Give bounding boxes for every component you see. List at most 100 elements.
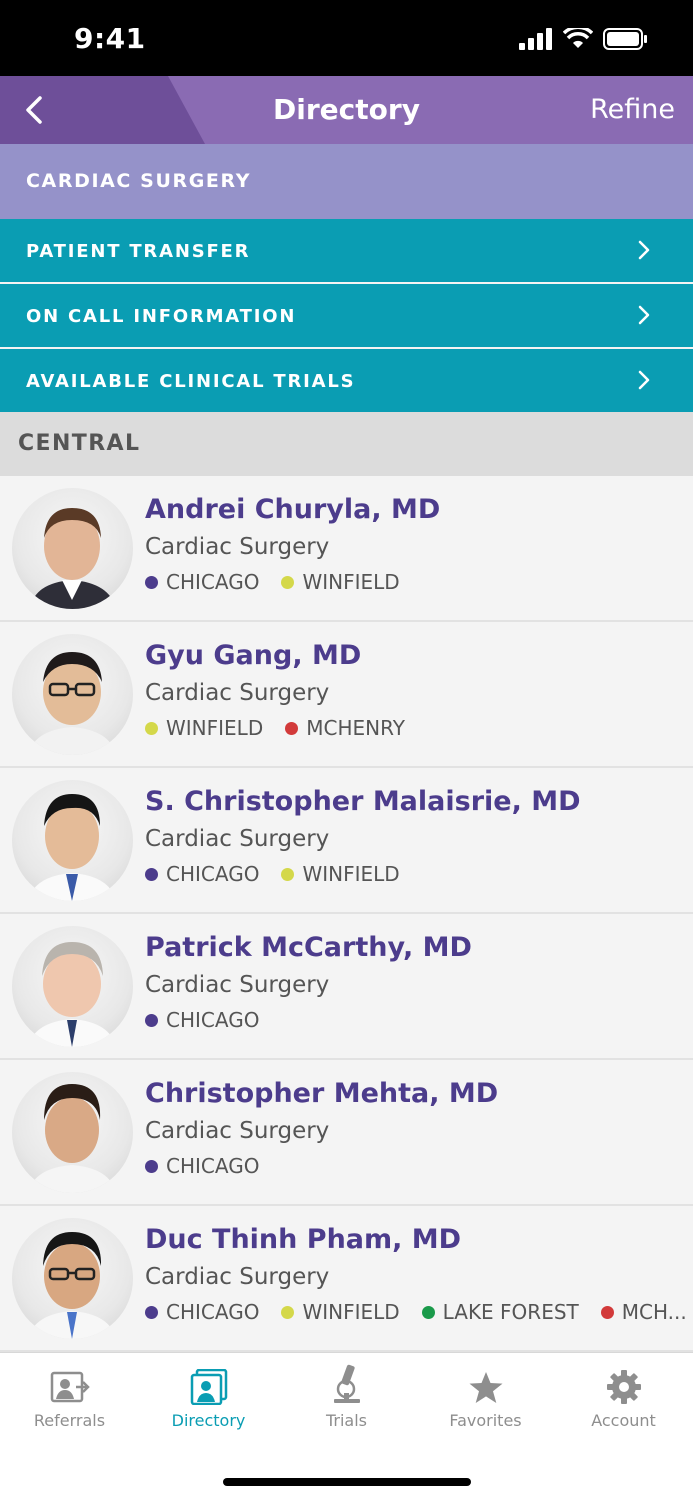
location-dot <box>145 867 158 881</box>
gear-icon <box>606 1370 641 1404</box>
tab-label: Favorites <box>449 1411 522 1430</box>
location-tag: WINFIELD <box>145 716 263 740</box>
location-tag: WINFIELD <box>281 570 400 594</box>
doctor-specialty: Cardiac Surgery <box>145 1118 330 1144</box>
doctor-photo <box>30 508 116 609</box>
star-icon <box>469 1372 502 1403</box>
location-tag: CHICAGO <box>145 570 259 594</box>
location-label: MCH... <box>621 1300 685 1324</box>
location-label: CHICAGO <box>166 1300 260 1324</box>
location-list: WINFIELD MCHENRY <box>145 716 685 740</box>
location-label: CHICAGO <box>166 862 260 886</box>
doctor-specialty: Cardiac Surgery <box>145 534 330 560</box>
doctor-name: S. Christopher Malaisrie, MD <box>145 786 581 817</box>
location-tag: CHICAGO <box>145 1008 259 1032</box>
location-tag: WINFIELD <box>281 1300 400 1324</box>
doctor-row[interactable]: Christopher Mehta, MD Cardiac Surgery CH… <box>0 1060 693 1206</box>
specialty-label: CARDIAC SURGERY <box>26 170 252 192</box>
doctor-name: Duc Thinh Pham, MD <box>145 1224 462 1255</box>
avatar <box>12 926 133 1047</box>
avatar <box>12 488 133 609</box>
location-dot <box>145 1159 158 1173</box>
tab-referrals[interactable]: Referrals <box>0 1363 139 1443</box>
doctor-row[interactable]: Duc Thinh Pham, MD Cardiac Surgery CHICA… <box>0 1206 693 1352</box>
tab-label: Trials <box>325 1411 368 1430</box>
nav-bar: Directory Refine <box>0 76 693 144</box>
location-label: WINFIELD <box>166 716 264 740</box>
home-indicator <box>223 1478 471 1486</box>
signal-icon <box>519 28 552 50</box>
avatar <box>12 1218 133 1339</box>
location-dot <box>145 1305 158 1319</box>
location-label: WINFIELD <box>302 1300 400 1324</box>
row-label: AVAILABLE CLINICAL TRIALS <box>26 371 356 392</box>
location-tag: CHICAGO <box>145 1300 259 1324</box>
location-dot <box>600 1305 614 1319</box>
section-header: CENTRAL <box>0 412 693 476</box>
status-time: 9:41 <box>74 22 146 55</box>
row-label: ON CALL INFORMATION <box>26 306 297 327</box>
doctor-photo <box>28 1084 116 1193</box>
location-dot <box>281 867 295 881</box>
battery-icon <box>603 28 647 50</box>
chevron-right-icon <box>638 370 650 390</box>
location-list: CHICAGO <box>145 1154 685 1178</box>
location-label: CHICAGO <box>166 570 260 594</box>
location-dot <box>285 721 299 735</box>
tab-label: Directory <box>171 1411 246 1430</box>
doctor-row[interactable]: Andrei Churyla, MD Cardiac Surgery CHICA… <box>0 476 693 622</box>
doctor-specialty: Cardiac Surgery <box>145 972 330 998</box>
location-dot <box>421 1305 435 1319</box>
tab-directory[interactable]: Directory <box>139 1363 278 1443</box>
doctor-name: Christopher Mehta, MD <box>145 1078 499 1109</box>
location-list: CHICAGO WINFIELD <box>145 862 685 886</box>
doctor-specialty: Cardiac Surgery <box>145 1264 330 1290</box>
location-tag: LAKE FOREST <box>421 1300 579 1324</box>
directory-icon <box>190 1369 227 1405</box>
location-list: CHICAGO WINFIELD LAKE FOREST MCH... <box>145 1300 685 1324</box>
doctor-row[interactable]: Gyu Gang, MD Cardiac Surgery WINFIELD MC… <box>0 622 693 768</box>
doctor-list[interactable]: Andrei Churyla, MD Cardiac Surgery CHICA… <box>0 476 693 1352</box>
location-label: LAKE FOREST <box>442 1300 579 1324</box>
location-tag: CHICAGO <box>145 1154 259 1178</box>
location-label: WINFIELD <box>302 862 400 886</box>
avatar <box>12 1072 133 1193</box>
on-call-information-row[interactable]: ON CALL INFORMATION <box>0 284 693 347</box>
doctor-specialty: Cardiac Surgery <box>145 680 330 706</box>
wifi-icon <box>563 28 593 48</box>
row-label: PATIENT TRANSFER <box>26 241 251 262</box>
tab-label: Account <box>591 1411 656 1430</box>
chevron-right-icon <box>638 305 650 325</box>
location-dot <box>281 1305 295 1319</box>
doctor-row[interactable]: S. Christopher Malaisrie, MD Cardiac Sur… <box>0 768 693 914</box>
tab-label: Referrals <box>33 1411 106 1430</box>
location-label: CHICAGO <box>166 1154 260 1178</box>
avatar <box>12 634 133 755</box>
status-bar: 9:41 <box>0 0 693 76</box>
location-tag: MCHENRY <box>285 716 405 740</box>
patient-transfer-row[interactable]: PATIENT TRANSFER <box>0 219 693 282</box>
location-tag: CHICAGO <box>145 862 259 886</box>
location-dot <box>145 721 158 735</box>
status-icons <box>519 28 649 50</box>
section-title: CENTRAL <box>18 431 141 456</box>
doctor-name: Gyu Gang, MD <box>145 640 362 671</box>
clinical-trials-row[interactable]: AVAILABLE CLINICAL TRIALS <box>0 349 693 412</box>
tab-trials[interactable]: Trials <box>277 1363 416 1443</box>
tab-account[interactable]: Account <box>554 1363 693 1443</box>
location-list: CHICAGO WINFIELD <box>145 570 685 594</box>
doctor-photo <box>28 794 116 901</box>
doctor-photo <box>28 652 116 755</box>
refine-button[interactable]: Refine <box>590 94 675 125</box>
location-dot <box>145 1013 158 1027</box>
doctor-specialty: Cardiac Surgery <box>145 826 330 852</box>
doctor-photo <box>28 1232 116 1339</box>
doctor-row[interactable]: Patrick McCarthy, MD Cardiac Surgery CHI… <box>0 914 693 1060</box>
page-title: Directory <box>273 93 420 126</box>
referrals-icon <box>50 1371 90 1403</box>
tab-favorites[interactable]: Favorites <box>416 1363 555 1443</box>
avatar <box>12 780 133 901</box>
location-tag: MCH... <box>600 1300 685 1324</box>
location-list: CHICAGO <box>145 1008 685 1032</box>
location-dot <box>145 575 158 589</box>
